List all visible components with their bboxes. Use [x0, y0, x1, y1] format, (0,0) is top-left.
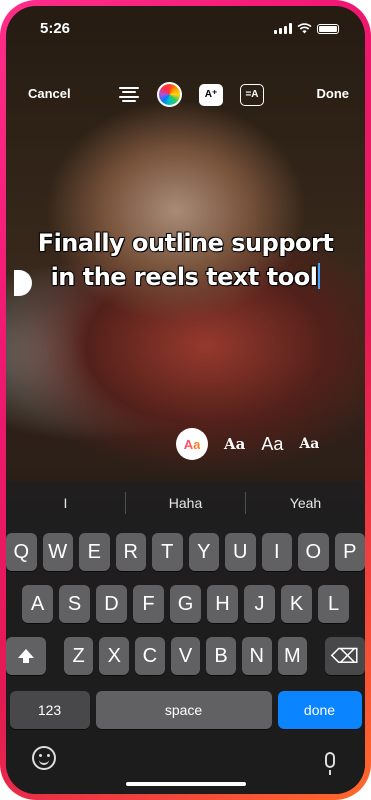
status-icons [274, 23, 339, 34]
key-q[interactable]: Q [6, 533, 37, 571]
done-key[interactable]: done [277, 691, 362, 729]
status-time: 5:26 [40, 20, 71, 37]
done-button[interactable]: Done [317, 86, 350, 101]
font-style-typewriter[interactable]: Aa [299, 436, 319, 452]
font-style-classic[interactable]: Aa [176, 428, 208, 460]
cellular-signal-icon [274, 23, 292, 34]
phone-frame: 5:26 Cancel A⁺ =A Done Finally outline s… [0, 0, 371, 800]
font-style-modern[interactable]: Aa [261, 434, 283, 455]
microphone-icon[interactable] [325, 752, 335, 775]
shift-key[interactable] [6, 637, 47, 675]
key-n[interactable]: N [241, 637, 272, 675]
onscreen-keyboard: I Haha Yeah Q W E R T Y U I O P A S D F … [6, 481, 365, 794]
key-g[interactable]: G [170, 585, 201, 623]
key-z[interactable]: Z [63, 637, 94, 675]
text-effects-icon[interactable]: A⁺ [199, 83, 223, 106]
caption-line-2-text: in the reels text tool [50, 262, 319, 291]
key-o[interactable]: O [298, 533, 329, 571]
key-b[interactable]: B [206, 637, 236, 675]
key-u[interactable]: U [225, 533, 256, 571]
suggestion-2[interactable]: Haha [126, 495, 245, 511]
text-editor-toolbar: Cancel A⁺ =A Done [6, 78, 365, 112]
text-tools: A⁺ =A [118, 82, 264, 107]
font-style-picker: Aa Aa Aa Aa [176, 428, 319, 460]
text-align-icon[interactable] [118, 84, 140, 106]
key-k[interactable]: K [281, 585, 312, 623]
numbers-key[interactable]: 123 [9, 691, 90, 729]
key-p[interactable]: P [334, 533, 365, 571]
key-c[interactable]: C [135, 637, 165, 675]
key-x[interactable]: X [99, 637, 130, 675]
key-h[interactable]: H [207, 585, 238, 623]
wifi-icon [297, 23, 312, 34]
key-w[interactable]: W [42, 533, 73, 571]
text-outline-icon[interactable]: =A [240, 83, 264, 106]
key-a[interactable]: A [22, 585, 53, 623]
emoji-icon[interactable] [32, 746, 56, 770]
caption-line-1: Finally outline support [37, 228, 335, 257]
key-m[interactable]: M [277, 637, 308, 675]
key-v[interactable]: V [170, 637, 201, 675]
text-cursor [318, 263, 321, 289]
suggestion-1[interactable]: I [6, 495, 125, 511]
cancel-button[interactable]: Cancel [28, 86, 71, 101]
status-bar: 5:26 [6, 20, 365, 42]
key-s[interactable]: S [59, 585, 90, 623]
key-j[interactable]: J [244, 585, 275, 623]
predictive-suggestions: I Haha Yeah [6, 481, 365, 525]
home-indicator [125, 782, 246, 786]
key-i[interactable]: I [261, 533, 292, 571]
key-y[interactable]: Y [188, 533, 219, 571]
reel-caption-text[interactable]: Finally outline support in the reels tex… [6, 226, 365, 294]
key-r[interactable]: R [115, 533, 146, 571]
delete-icon: ⌫ [330, 645, 360, 668]
key-row-1: Q W E R T Y U I O P [6, 533, 365, 571]
space-key[interactable]: space [95, 691, 272, 729]
key-row-2: A S D F G H J K L [6, 585, 365, 623]
suggestion-3[interactable]: Yeah [246, 495, 365, 511]
font-style-serif[interactable]: Aa [224, 435, 245, 453]
key-f[interactable]: F [133, 585, 164, 623]
delete-key[interactable]: ⌫ [324, 637, 365, 675]
reels-editor-screen: 5:26 Cancel A⁺ =A Done Finally outline s… [6, 6, 365, 794]
key-l[interactable]: L [318, 585, 349, 623]
key-e[interactable]: E [79, 533, 110, 571]
color-picker-icon[interactable] [157, 82, 182, 107]
key-t[interactable]: T [152, 533, 183, 571]
key-d[interactable]: D [96, 585, 127, 623]
key-row-3: Z X C V B N M ⌫ [6, 637, 365, 675]
font-style-classic-label: Aa [183, 436, 201, 452]
key-row-4: 123 space done [6, 691, 365, 729]
battery-icon [317, 23, 339, 34]
caption-line-2: in the reels text tool [6, 260, 365, 294]
shift-arrow-icon [18, 648, 35, 663]
